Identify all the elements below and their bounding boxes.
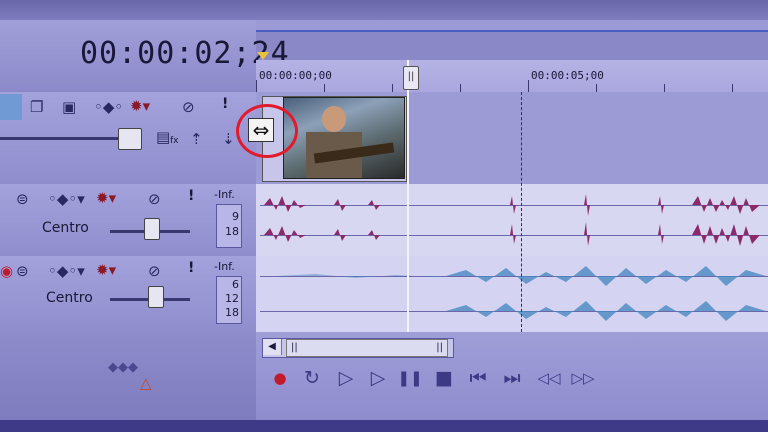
fx-icon[interactable]: ▤ [156, 128, 170, 146]
fast-forward-button[interactable]: ▷▷ [566, 364, 600, 392]
meter-value: 9 [232, 210, 239, 223]
mute-icon[interactable]: ⊘ [148, 190, 161, 208]
ruler-label-5s: 00:00:05;00 [531, 69, 604, 82]
volume-meter: 6 12 18 [216, 276, 242, 324]
ruler-tick [256, 80, 257, 92]
mute-icon[interactable]: ⊘ [148, 262, 161, 280]
solo-button[interactable]: ! [188, 188, 194, 204]
audio-track-2-lane[interactable] [256, 256, 768, 332]
annotation-circle [236, 104, 298, 158]
thumbnail-person-head [322, 106, 346, 132]
audio-track-2-header[interactable]: ◉ ⊜ ◦◆◦▾ ✹▾ ⊘ ! -Inf. 6 12 18 Centro [0, 256, 256, 333]
gear-icon[interactable]: ✹▾ [96, 189, 116, 207]
meter-value: 12 [225, 292, 239, 305]
video-track-header[interactable]: ❐ ▣ ◦◆◦ ✹▾ ⊘ ! ▤ fx ⇡ ⇣ [0, 92, 256, 185]
envelope-icon[interactable]: ⊜ [16, 190, 29, 208]
envelope-icon[interactable]: ⊜ [16, 262, 29, 280]
playhead-line[interactable] [407, 60, 409, 336]
marker-line [521, 92, 522, 332]
keyframe-icon[interactable]: ◦◆◦▾ [48, 262, 85, 280]
ruler-label-start: 00:00:00;00 [259, 69, 332, 82]
meter-value: 18 [225, 306, 239, 319]
volume-meter: 9 18 [216, 204, 242, 248]
play-button[interactable]: ▷ [364, 364, 392, 392]
ruler-tick [324, 84, 325, 92]
expand-icon[interactable]: ⇣ [222, 130, 235, 148]
solo-button[interactable]: ! [222, 96, 228, 112]
meter-value: 18 [225, 225, 239, 238]
ruler-tick [528, 80, 529, 92]
audio-track-1-header[interactable]: ⊜ ◦◆◦▾ ✹▾ ⊘ ! -Inf. 9 18 Centro [0, 184, 256, 257]
scroll-grip-left: || [291, 342, 298, 353]
warning-icon: △ [140, 374, 152, 392]
gear-icon[interactable]: ✹▾ [130, 97, 150, 115]
ruler-tick [732, 84, 733, 92]
marker-icon[interactable] [257, 52, 269, 60]
pan-label: Centro [46, 290, 93, 306]
scroll-grip-right: || [436, 342, 443, 353]
pan-label: Centro [42, 220, 89, 236]
pan-slider-knob[interactable] [144, 218, 160, 240]
track-list-footer: ◆◆◆ △ [0, 332, 256, 432]
ruler-tick [392, 84, 393, 92]
pan-slider-knob[interactable] [148, 286, 164, 308]
record-button[interactable]: ● [266, 364, 294, 392]
go-to-end-button[interactable]: ⏭ [498, 364, 526, 392]
meter-value: 6 [232, 278, 239, 291]
scroll-arrows-icon[interactable]: ◆◆◆ [108, 360, 138, 375]
video-clip-thumbnail [283, 97, 405, 179]
go-to-start-button[interactable]: ⏮ [464, 364, 492, 392]
play-from-start-button[interactable]: ▷ [332, 364, 360, 392]
mute-icon[interactable]: ⊘ [182, 98, 195, 116]
motion-icon[interactable]: ⇡ [190, 130, 203, 148]
audio-waveform-2 [276, 266, 766, 321]
ruler-tick [596, 84, 597, 92]
record-arm-icon[interactable]: ◉ [0, 262, 13, 280]
keyframe-icon[interactable]: ◦◆◦ [94, 98, 123, 116]
ruler-tick [664, 84, 665, 92]
meter-peak-label: -Inf. [214, 260, 235, 273]
fx-label: fx [170, 136, 179, 146]
track-color-bar [0, 94, 22, 120]
meter-peak-label: -Inf. [214, 188, 235, 201]
stop-button[interactable]: ■ [430, 364, 458, 392]
layers-icon[interactable]: ❐ [30, 98, 43, 116]
keyframe-icon[interactable]: ◦◆◦▾ [48, 190, 85, 208]
composite-icon[interactable]: ▣ [62, 98, 76, 116]
pause-button[interactable]: ❚❚ [396, 364, 424, 392]
timeline-top-band [256, 20, 768, 32]
audio-track-1-lane[interactable] [256, 184, 768, 256]
rewind-button[interactable]: ◁◁ [532, 364, 566, 392]
solo-button[interactable]: ! [188, 260, 194, 276]
scrollbar-thumb[interactable]: || || [286, 339, 448, 357]
audio-waveform-1 [264, 194, 760, 246]
loop-button[interactable]: ↻ [298, 364, 326, 392]
opacity-slider-track[interactable] [0, 137, 120, 140]
os-taskbar [0, 420, 768, 432]
time-ruler[interactable]: 00:00:00;00 00:00:05;00 [256, 60, 768, 93]
top-strip [0, 0, 768, 20]
opacity-slider-knob[interactable] [118, 128, 142, 150]
gear-icon[interactable]: ✹▾ [96, 261, 116, 279]
playhead-handle[interactable]: || [403, 66, 419, 90]
scroll-left-button[interactable]: ◀ [263, 339, 282, 355]
ruler-tick [460, 84, 461, 92]
